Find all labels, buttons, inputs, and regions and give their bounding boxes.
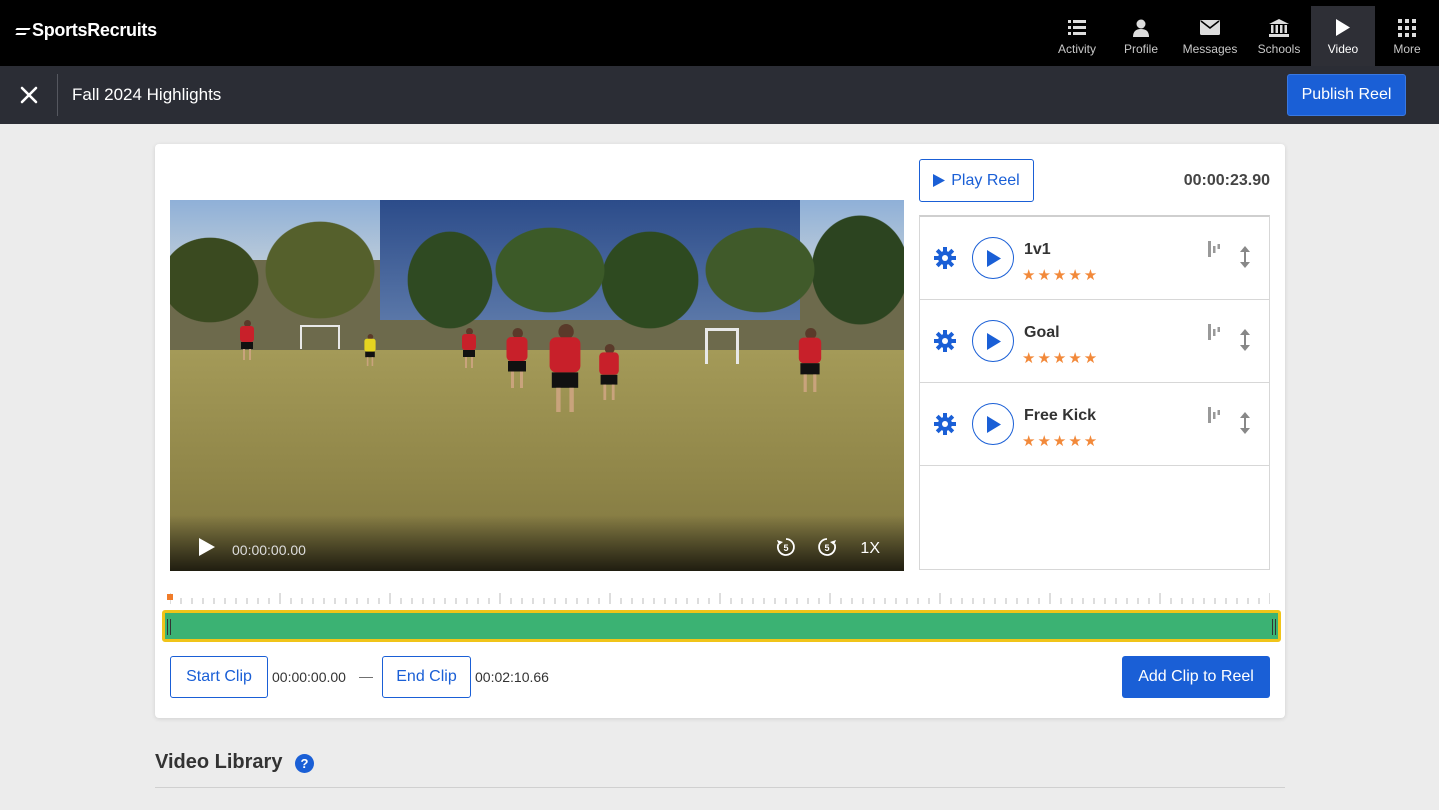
person-icon (1133, 17, 1149, 39)
clip-trim-icon[interactable] (1208, 241, 1220, 257)
nav-activity-label: Activity (1057, 41, 1096, 56)
video-play-icon[interactable] (198, 537, 216, 557)
video-player[interactable]: 00:00:00.00 5 5 1X (170, 200, 904, 571)
nav-schools-label: Schools (1257, 41, 1301, 56)
clip-timeline-range[interactable] (162, 610, 1281, 642)
reel-clip-item: Goal ★★★★★ (920, 300, 1269, 383)
clip-play-button[interactable] (972, 237, 1014, 279)
reel-editor-card: 00:00:00.00 5 5 1X Play Reel 00:00:23.90… (155, 144, 1285, 718)
forward-5-icon[interactable]: 5 (817, 537, 837, 557)
video-library-title: Video Library (155, 751, 283, 773)
logo-mark-icon (15, 24, 31, 38)
publish-reel-button[interactable]: Publish Reel (1287, 74, 1406, 116)
sportsrecruits-logo[interactable]: SportsRecruits (15, 20, 157, 41)
video-frame-goal (705, 328, 739, 364)
list-icon (1068, 17, 1086, 39)
clip-name: Free Kick (1024, 407, 1097, 424)
time-range-separator: — (359, 668, 373, 684)
clip-drag-handle-icon[interactable] (1240, 246, 1250, 268)
close-button[interactable] (14, 80, 44, 110)
clip-settings-gear-icon[interactable] (934, 330, 956, 352)
reel-clip-item: Free Kick ★★★★★ (920, 383, 1269, 466)
nav-messages[interactable]: Messages (1173, 6, 1247, 66)
clip-play-button[interactable] (972, 403, 1014, 445)
nav-more-label: More (1393, 41, 1421, 56)
nav-video-label: Video (1327, 41, 1359, 56)
reel-clip-item: 1v1 ★★★★★ (920, 217, 1269, 300)
play-icon (986, 249, 1001, 267)
nav-messages-label: Messages (1182, 41, 1238, 56)
play-icon (1336, 17, 1350, 39)
rewind-5-icon[interactable]: 5 (776, 537, 796, 557)
video-frame-player (506, 328, 528, 388)
video-frame-player (240, 320, 254, 360)
clip-trim-icon[interactable] (1208, 324, 1220, 340)
clip-name: Goal (1024, 324, 1060, 341)
envelope-icon (1200, 17, 1220, 39)
reel-duration: 00:00:23.90 (1183, 172, 1270, 189)
close-icon (20, 86, 38, 104)
end-clip-button[interactable]: End Clip (382, 656, 471, 698)
video-controls: 00:00:00.00 5 5 1X (170, 515, 904, 571)
clip-settings-gear-icon[interactable] (934, 413, 956, 435)
reel-title: Fall 2024 Highlights (72, 85, 222, 104)
timeline-start-handle[interactable] (167, 619, 171, 635)
video-current-time: 00:00:00.00 (232, 542, 306, 558)
clip-star-rating[interactable]: ★★★★★ (1022, 349, 1099, 367)
logo-text: SportsRecruits (32, 20, 157, 40)
video-frame-player (599, 344, 619, 400)
main-nav: Activity Profile Messages Schools Video (1045, 6, 1439, 66)
svg-text:5: 5 (824, 543, 829, 553)
clip-name: 1v1 (1024, 241, 1051, 258)
reel-clip-list: 1v1 ★★★★★ Goal ★★★★★ Free Kick ★★★★★ (919, 215, 1270, 570)
video-library-divider (155, 787, 1285, 788)
start-clip-button[interactable]: Start Clip (170, 656, 268, 698)
nav-profile-label: Profile (1123, 41, 1158, 56)
header-divider (57, 74, 58, 116)
nav-schools[interactable]: Schools (1247, 6, 1311, 66)
video-frame-goal (300, 325, 340, 349)
clip-trim-icon[interactable] (1208, 407, 1220, 423)
help-icon[interactable]: ? (295, 754, 314, 773)
nav-more[interactable]: More (1375, 6, 1439, 66)
timeline-end-handle[interactable] (1272, 619, 1276, 635)
playback-speed-button[interactable]: 1X (860, 540, 880, 558)
clip-end-time: 00:02:10.66 (475, 669, 549, 685)
play-reel-icon (933, 174, 946, 187)
clip-drag-handle-icon[interactable] (1240, 412, 1250, 434)
nav-video[interactable]: Video (1311, 6, 1375, 66)
timeline-ruler (170, 593, 1270, 604)
nav-activity[interactable]: Activity (1045, 6, 1109, 66)
clip-star-rating[interactable]: ★★★★★ (1022, 266, 1099, 284)
timeline-playhead[interactable] (167, 594, 173, 600)
video-frame-referee (364, 334, 376, 366)
play-reel-button[interactable]: Play Reel (919, 159, 1034, 202)
top-navbar: SportsRecruits Activity Profile Messages… (0, 0, 1439, 66)
play-icon (986, 332, 1001, 350)
video-frame-player (798, 328, 822, 392)
reel-header: Fall 2024 Highlights Publish Reel (0, 66, 1439, 124)
play-reel-label: Play Reel (951, 171, 1020, 189)
svg-text:5: 5 (783, 543, 788, 553)
video-frame-player (462, 328, 476, 368)
video-frame-player (549, 324, 581, 412)
add-clip-to-reel-button[interactable]: Add Clip to Reel (1122, 656, 1270, 698)
grid-icon (1398, 17, 1416, 39)
clip-start-time: 00:00:00.00 (272, 669, 346, 685)
play-icon (986, 415, 1001, 433)
clip-star-rating[interactable]: ★★★★★ (1022, 432, 1099, 450)
clip-play-button[interactable] (972, 320, 1014, 362)
nav-profile[interactable]: Profile (1109, 6, 1173, 66)
institution-icon (1269, 17, 1289, 39)
clip-drag-handle-icon[interactable] (1240, 329, 1250, 351)
clip-settings-gear-icon[interactable] (934, 247, 956, 269)
video-frame-trees (170, 210, 904, 360)
